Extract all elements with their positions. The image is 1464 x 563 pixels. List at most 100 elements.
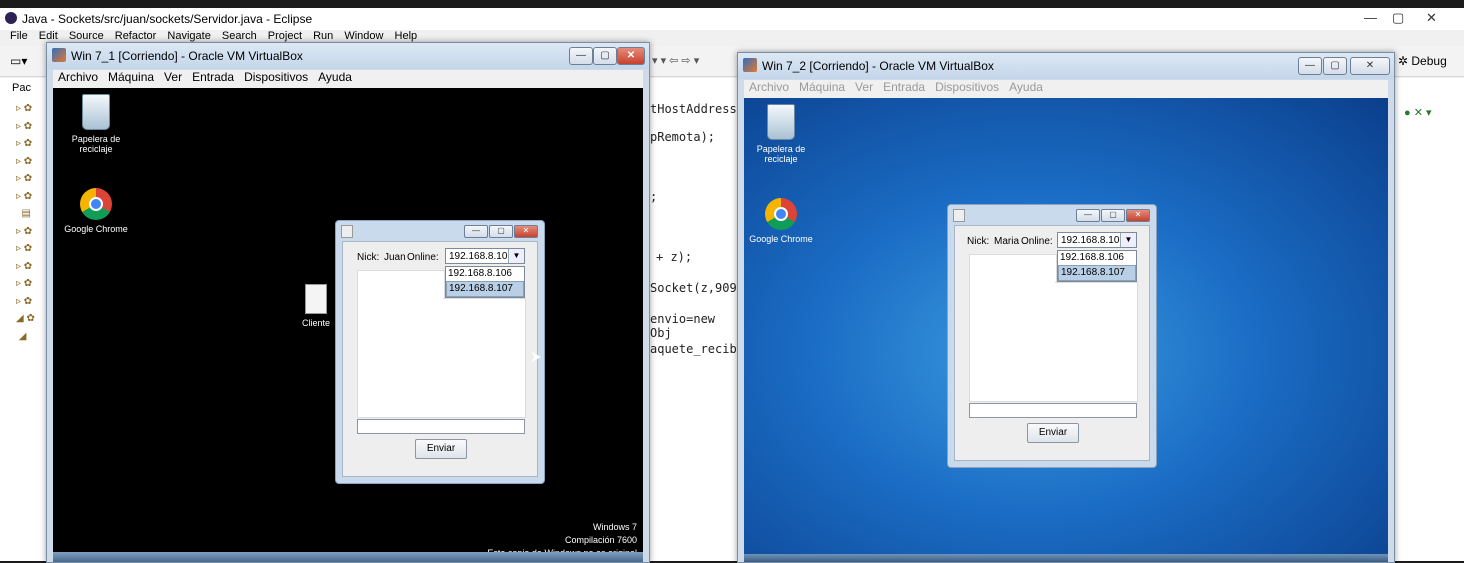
package-tree[interactable]: ▹ ✿ ▹ ✿ ▹ ✿ ▹ ✿ ▹ ✿ ▹ ✿ ▤ ▹ ✿ ▹ ✿ ▹ ✿ ▹ ✿ ▹ ✿ ◢ ✿ ◢ <box>16 100 35 345</box>
messages-area-lower[interactable] <box>443 298 526 418</box>
panel-icons[interactable]: ● ✕ ▾ <box>1404 106 1432 119</box>
watermark-line: Compilación 7600 <box>564 535 637 545</box>
code-editor[interactable]: tHostAddress() pRemota); ; + z); Socket(… <box>648 78 751 561</box>
nick-value: Juan <box>384 252 406 263</box>
debug-perspective-button[interactable]: ✲ Debug <box>1398 54 1447 68</box>
vm1-desktop: Papelera de reciclaje Google Chrome Clie… <box>53 88 643 562</box>
chat-minimize-button[interactable]: — <box>1076 209 1100 222</box>
recycle-bin-label: Papelera de reciclaje <box>756 144 806 164</box>
chat-maximize-button[interactable]: ▢ <box>489 225 513 238</box>
chat-close-button[interactable]: ✕ <box>1126 209 1150 222</box>
java-file-icon <box>305 284 327 314</box>
online-select[interactable]: 192.168.8.106 ▼ <box>445 248 525 264</box>
chat-maximize-button[interactable]: ▢ <box>1101 209 1125 222</box>
message-input[interactable] <box>357 419 525 434</box>
chrome-shortcut[interactable]: Google Chrome <box>746 198 816 244</box>
chrome-icon <box>765 198 797 230</box>
vm1-chat-window: — ▢ ✕ Nick: Juan Online: 192.168.8.106 ▼… <box>335 220 545 484</box>
vm2-menu-maquina[interactable]: Máquina <box>799 80 845 94</box>
menu-edit[interactable]: Edit <box>39 30 58 42</box>
messages-area-lower[interactable] <box>1055 282 1138 402</box>
dropdown-option[interactable]: 192.168.8.106 <box>446 267 524 281</box>
recycle-bin-shortcut[interactable]: Papelera de reciclaje <box>61 94 131 154</box>
vm2-window: Win 7_2 [Corriendo] - Oracle VM VirtualB… <box>737 52 1395 563</box>
eclipse-title-bar: Java - Sockets/src/juan/sockets/Servidor… <box>0 8 1464 30</box>
vm1-menu-archivo[interactable]: Archivo <box>58 70 98 84</box>
chrome-label: Google Chrome <box>64 224 128 234</box>
dropdown-option[interactable]: 192.168.8.107 <box>1058 265 1136 281</box>
menu-project[interactable]: Project <box>268 30 302 42</box>
vm2-menu-archivo[interactable]: Archivo <box>749 80 789 94</box>
chrome-shortcut[interactable]: Google Chrome <box>61 188 131 234</box>
java-icon <box>953 209 965 222</box>
online-label: Online: <box>407 252 439 263</box>
dropdown-option[interactable]: 192.168.8.106 <box>1058 251 1136 265</box>
vm1-maximize-button[interactable]: ▢ <box>593 47 617 65</box>
chat-close-button[interactable]: ✕ <box>514 225 538 238</box>
package-explorer: Pac ▹ ✿ ▹ ✿ ▹ ✿ ▹ ✿ ▹ ✿ ▹ ✿ ▤ ▹ ✿ ▹ ✿ ▹ ✿ ▹ ✿ ▹ ✿ ◢… <box>0 78 48 561</box>
minimize-button[interactable]: — <box>1364 10 1377 25</box>
java-icon <box>341 225 353 238</box>
mouse-cursor-icon: ⮞ <box>531 348 542 364</box>
vm2-menu-ver[interactable]: Ver <box>855 80 873 94</box>
vm2-menu-entrada[interactable]: Entrada <box>883 80 925 94</box>
vm1-menu-ayuda[interactable]: Ayuda <box>318 70 352 84</box>
vm1-menu-entrada[interactable]: Entrada <box>192 70 234 84</box>
virtualbox-icon <box>743 58 757 72</box>
menu-search[interactable]: Search <box>222 30 257 42</box>
eclipse-title: Java - Sockets/src/juan/sockets/Servidor… <box>22 12 313 26</box>
vm2-chat-window: — ▢ ✕ Nick: Maria Online: 192.168.8.106 … <box>947 204 1157 468</box>
menu-help[interactable]: Help <box>395 30 418 42</box>
vm1-title: Win 7_1 [Corriendo] - Oracle VM VirtualB… <box>71 49 303 63</box>
chrome-icon <box>80 188 112 220</box>
message-input[interactable] <box>969 403 1137 418</box>
chevron-down-icon[interactable]: ▼ <box>1120 233 1136 247</box>
vm2-maximize-button[interactable]: ▢ <box>1323 57 1347 75</box>
recycle-bin-icon <box>767 104 795 140</box>
online-selected-value: 192.168.8.106 <box>449 251 513 262</box>
code-line: + z); <box>656 250 693 264</box>
menu-source[interactable]: Source <box>69 30 104 42</box>
chevron-down-icon[interactable]: ▼ <box>508 249 524 263</box>
toolbar-icons[interactable]: ▾ ▾ ⇦ ⇨ ▾ <box>652 54 699 67</box>
vm2-minimize-button[interactable]: — <box>1298 57 1322 75</box>
menu-refactor[interactable]: Refactor <box>115 30 157 42</box>
nick-label: Nick: <box>967 236 990 247</box>
menu-file[interactable]: File <box>10 30 28 42</box>
debug-label: Debug <box>1411 54 1447 68</box>
cliente-label: Cliente <box>301 318 330 328</box>
menu-navigate[interactable]: Navigate <box>167 30 210 42</box>
new-icon[interactable]: ▭▾ <box>10 54 27 68</box>
vm1-menu-maquina[interactable]: Máquina <box>108 70 154 84</box>
chat-minimize-button[interactable]: — <box>464 225 488 238</box>
online-select[interactable]: 192.168.8.106 ▼ <box>1057 232 1137 248</box>
code-line: envio=new Obj <box>650 312 716 340</box>
vm2-close-button[interactable]: ✕ <box>1350 57 1390 75</box>
close-button[interactable]: ✕ <box>1426 10 1437 26</box>
vm2-desktop: Papelera de reciclaje Google Chrome — ▢ … <box>744 98 1388 562</box>
menu-window[interactable]: Window <box>344 30 383 42</box>
code-line: Socket(z,909 <box>650 281 737 295</box>
vm1-minimize-button[interactable]: — <box>569 47 593 65</box>
vm1-close-button[interactable]: ✕ <box>617 47 645 65</box>
online-selected-value: 192.168.8.106 <box>1061 235 1125 246</box>
send-button[interactable]: Enviar <box>415 439 467 459</box>
chrome-label: Google Chrome <box>749 234 813 244</box>
vm1-window: Win 7_1 [Corriendo] - Oracle VM VirtualB… <box>46 42 650 563</box>
recycle-bin-icon <box>82 94 110 130</box>
messages-area[interactable] <box>969 254 1057 402</box>
vm2-title: Win 7_2 [Corriendo] - Oracle VM VirtualB… <box>762 59 994 73</box>
recycle-bin-shortcut[interactable]: Papelera de reciclaje <box>746 104 816 164</box>
menu-run[interactable]: Run <box>313 30 333 42</box>
online-dropdown-list: 192.168.8.106 192.168.8.107 <box>445 266 525 298</box>
vm2-menu-dispositivos[interactable]: Dispositivos <box>935 80 999 94</box>
vm2-menu-ayuda[interactable]: Ayuda <box>1009 80 1043 94</box>
online-label: Online: <box>1021 236 1053 247</box>
chat-panel: Nick: Maria Online: 192.168.8.106 ▼ 192.… <box>954 225 1150 461</box>
vm1-menu-dispositivos[interactable]: Dispositivos <box>244 70 308 84</box>
maximize-button[interactable]: ▢ <box>1392 10 1404 26</box>
dropdown-option[interactable]: 192.168.8.107 <box>446 281 524 297</box>
messages-area[interactable] <box>357 270 445 418</box>
send-button[interactable]: Enviar <box>1027 423 1079 443</box>
vm1-menu-ver[interactable]: Ver <box>164 70 182 84</box>
